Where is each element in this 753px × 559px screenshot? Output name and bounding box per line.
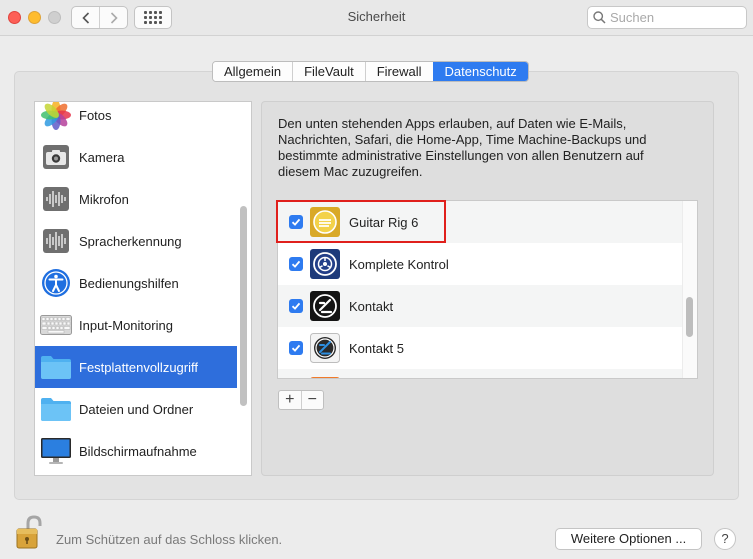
app-icon bbox=[310, 377, 340, 378]
privacy-category-list[interactable]: Fotos Kamera Mikrofon Spracherkennung Be… bbox=[34, 101, 252, 476]
app-name: Komplete Kontrol bbox=[349, 256, 449, 272]
checkmark-icon bbox=[291, 344, 301, 352]
search-input[interactable] bbox=[610, 10, 740, 25]
search-icon bbox=[593, 11, 606, 24]
lock-icon[interactable] bbox=[14, 515, 44, 551]
app-row-guitar-rig-6[interactable]: Guitar Rig 6 bbox=[278, 201, 682, 243]
sidebar-item-label: Fotos bbox=[79, 107, 112, 123]
camera-icon bbox=[40, 141, 72, 173]
checkmark-icon bbox=[291, 302, 301, 310]
accessibility-icon bbox=[40, 267, 72, 299]
microphone-icon bbox=[40, 183, 72, 215]
app-checkbox[interactable] bbox=[289, 215, 303, 229]
sidebar-item-festplattenvollzugriff[interactable]: Festplattenvollzugriff bbox=[35, 346, 237, 388]
sidebar-item-mikrofon[interactable]: Mikrofon bbox=[35, 178, 237, 220]
tab-bar: Allgemein FileVault Firewall Datenschutz bbox=[212, 61, 529, 82]
app-checkbox[interactable] bbox=[289, 299, 303, 313]
app-list[interactable]: Guitar Rig 6 Komplete Kontrol Kontakt Ko… bbox=[277, 200, 698, 379]
lock-hint-text: Zum Schützen auf das Schloss klicken. bbox=[56, 532, 283, 547]
tab-allgemein[interactable]: Allgemein bbox=[213, 62, 293, 81]
sidebar-item-dateien-und-ordner[interactable]: Dateien und Ordner bbox=[35, 388, 237, 430]
sidebar-item-bildschirmaufnahme[interactable]: Bildschirmaufnahme bbox=[35, 430, 237, 472]
checkmark-icon bbox=[291, 260, 301, 268]
app-row-komplete-kontrol[interactable]: Komplete Kontrol bbox=[278, 243, 682, 285]
folder-icon bbox=[40, 393, 72, 425]
app-row-partial[interactable] bbox=[278, 369, 682, 378]
help-button[interactable]: ? bbox=[714, 528, 736, 550]
add-remove-control: + − bbox=[278, 390, 324, 410]
app-name: Kontakt 5 bbox=[349, 340, 404, 356]
app-row-kontakt[interactable]: Kontakt bbox=[278, 285, 682, 327]
sidebar-item-label: Dateien und Ordner bbox=[79, 401, 194, 417]
description-text: Den unten stehenden Apps erlauben, auf D… bbox=[278, 116, 647, 179]
sidebar-scrollbar[interactable] bbox=[240, 206, 247, 406]
tab-filevault[interactable]: FileVault bbox=[292, 62, 365, 81]
sidebar-item-fotos[interactable]: Fotos bbox=[35, 102, 237, 136]
app-checkbox[interactable] bbox=[289, 257, 303, 271]
speech-recognition-icon bbox=[40, 225, 72, 257]
sidebar-item-label: Bildschirmaufnahme bbox=[79, 443, 197, 459]
sidebar-item-label: Festplattenvollzugriff bbox=[79, 359, 198, 375]
app-list-scroll-track bbox=[682, 201, 697, 378]
search-field[interactable] bbox=[587, 6, 747, 29]
sidebar-item-label: Kamera bbox=[79, 149, 125, 165]
sidebar-item-label: Input-Monitoring bbox=[79, 317, 173, 333]
folder-icon bbox=[40, 351, 72, 383]
sidebar-item-input-monitoring[interactable]: Input-Monitoring bbox=[35, 304, 237, 346]
kontakt-5-icon bbox=[310, 333, 340, 363]
display-icon bbox=[40, 435, 72, 467]
tab-firewall[interactable]: Firewall bbox=[364, 62, 433, 81]
sidebar-item-label: Bedienungshilfen bbox=[79, 275, 179, 291]
app-name: Guitar Rig 6 bbox=[349, 214, 419, 230]
app-list-scrollbar[interactable] bbox=[686, 297, 693, 337]
app-row-kontakt-5[interactable]: Kontakt 5 bbox=[278, 327, 682, 369]
sidebar-item-label: Mikrofon bbox=[79, 191, 129, 207]
app-name: Kontakt bbox=[349, 298, 394, 314]
komplete-kontrol-icon bbox=[310, 249, 340, 279]
keyboard-icon bbox=[40, 309, 72, 341]
add-app-button[interactable]: + bbox=[279, 391, 301, 409]
checkmark-icon bbox=[291, 218, 301, 226]
sidebar-item-kamera[interactable]: Kamera bbox=[35, 136, 237, 178]
sidebar-item-label: Spracherkennung bbox=[79, 233, 182, 249]
sidebar-item-spracherkennung[interactable]: Spracherkennung bbox=[35, 220, 237, 262]
app-checkbox[interactable] bbox=[289, 341, 303, 355]
tab-datenschutz[interactable]: Datenschutz bbox=[432, 62, 528, 81]
sidebar-item-bedienungshilfen[interactable]: Bedienungshilfen bbox=[35, 262, 237, 304]
guitar-rig-icon bbox=[310, 207, 340, 237]
title-bar: Sicherheit bbox=[0, 0, 753, 36]
kontakt-icon bbox=[310, 291, 340, 321]
advanced-options-button[interactable]: Weitere Optionen ... bbox=[555, 528, 702, 550]
remove-app-button[interactable]: − bbox=[300, 391, 324, 409]
photos-icon bbox=[40, 102, 72, 131]
